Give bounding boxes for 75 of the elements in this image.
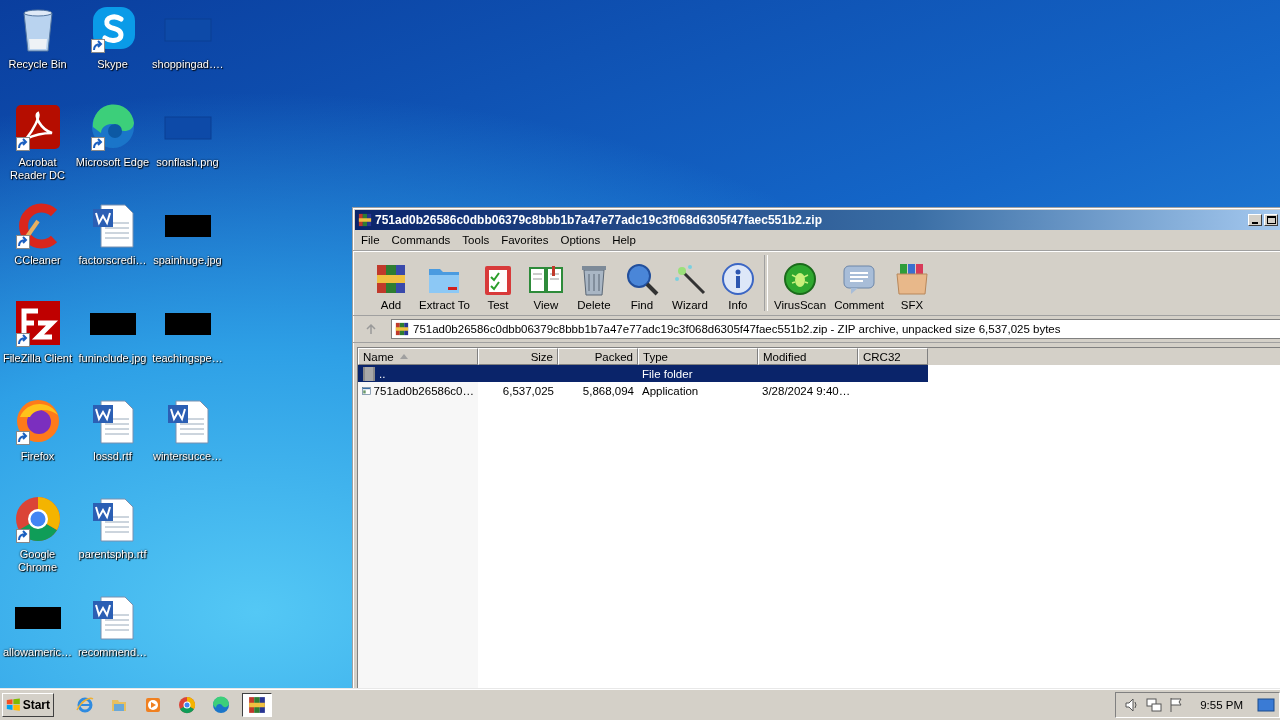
table-cell: 751ad0b26586c0… bbox=[373, 384, 474, 397]
maximize-icon bbox=[1267, 216, 1276, 225]
table-cell: 3/28/2024 9:40… bbox=[762, 384, 851, 397]
column-header[interactable]: Packed bbox=[558, 348, 638, 365]
edge-icon bbox=[212, 696, 230, 714]
icon-label[interactable]: factorscredi… bbox=[75, 254, 150, 267]
network-icon[interactable] bbox=[1146, 697, 1163, 713]
icon-label[interactable]: sonflash.png bbox=[150, 156, 225, 169]
clock[interactable]: 9:55 PM bbox=[1200, 699, 1243, 711]
icon-label[interactable]: shoppingad…. bbox=[150, 58, 225, 71]
media-player-icon bbox=[144, 696, 162, 714]
menu-item[interactable]: Help bbox=[607, 232, 641, 248]
icon-label[interactable]: spainhuge.jpg bbox=[150, 254, 225, 267]
icon-label[interactable]: Acrobat Reader DC bbox=[0, 156, 75, 182]
menu-item[interactable]: Tools bbox=[457, 232, 495, 248]
taskbar-button[interactable] bbox=[242, 693, 272, 717]
books-icon bbox=[248, 696, 266, 714]
toolbar-button[interactable]: Test bbox=[473, 261, 522, 311]
shortcut-arrow-icon bbox=[15, 137, 30, 151]
table-cell: Application bbox=[642, 384, 699, 397]
table-cell: File folder bbox=[642, 367, 693, 380]
flag-icon[interactable] bbox=[1168, 697, 1185, 713]
up-arrow-icon bbox=[365, 323, 377, 335]
toolbar-button[interactable]: Delete bbox=[569, 261, 618, 311]
column-header[interactable]: CRC32 bbox=[858, 348, 928, 365]
menu-item[interactable]: File bbox=[356, 232, 385, 248]
table-cell: 6,537,025 bbox=[502, 384, 554, 397]
show-desktop-icon[interactable] bbox=[1257, 697, 1275, 713]
toolbar-button[interactable]: Comment bbox=[830, 261, 888, 311]
icon-label[interactable]: Skype bbox=[75, 58, 150, 71]
shortcut-arrow-icon bbox=[90, 137, 105, 151]
selected-row[interactable]: .. File folder bbox=[358, 365, 928, 382]
toolbar-button[interactable]: Extract To bbox=[415, 261, 474, 311]
menu-item[interactable]: Favorites bbox=[496, 232, 554, 248]
toolbar-button[interactable]: Info bbox=[713, 261, 762, 311]
box-icon bbox=[894, 261, 930, 297]
maximize-button[interactable] bbox=[1264, 214, 1278, 226]
table-row[interactable]: 751ad0b26586c0… 6,537,025 5,868,094 Application 3/28/2024 9:40… bbox=[358, 382, 1280, 399]
books-icon bbox=[358, 213, 372, 227]
sort-arrow-icon bbox=[399, 354, 408, 359]
shortcut-arrow-icon bbox=[15, 431, 30, 445]
windows-logo-icon bbox=[6, 697, 21, 713]
table-cell: 5,868,094 bbox=[582, 384, 634, 397]
chrome-icon bbox=[13, 495, 62, 543]
minimize-button[interactable] bbox=[1248, 214, 1262, 226]
books-icon bbox=[395, 322, 409, 336]
column-header[interactable]: Modified bbox=[758, 348, 858, 365]
menu-item[interactable]: Commands bbox=[386, 232, 456, 248]
bug-icon bbox=[782, 261, 819, 297]
window-title: 751ad0b26586c0dbb06379c8bbb1b7a47e77adc19c3f068d6305f47faec551b2.zip bbox=[375, 213, 822, 227]
address-field[interactable]: 751ad0b26586c0dbb06379c8bbb1b7a47e77adc19c3f068d6305f47faec551b2.zip - ZIP archive, unpacked size 6,537,025 bytes bbox=[391, 319, 1280, 339]
table-cell: .. bbox=[379, 367, 386, 380]
shortcut-arrow-icon bbox=[15, 333, 30, 347]
internet-explorer-icon bbox=[76, 696, 94, 714]
column-header[interactable]: Size bbox=[478, 348, 558, 365]
toolbar-button[interactable]: View bbox=[521, 261, 570, 311]
toolbar-button[interactable]: Wizard bbox=[665, 261, 714, 311]
shortcut-arrow-icon bbox=[15, 529, 30, 543]
menu-item[interactable]: Options bbox=[555, 232, 606, 248]
shortcut-arrow-icon bbox=[15, 235, 30, 249]
shortcut-arrow-icon bbox=[90, 39, 105, 53]
toolbar-button[interactable]: VirusScan bbox=[769, 261, 831, 311]
icon-label[interactable]: Recycle Bin bbox=[0, 58, 75, 71]
column-header[interactable]: Type bbox=[638, 348, 758, 365]
icon-label[interactable]: Microsoft Edge bbox=[75, 156, 150, 169]
application-icon bbox=[362, 384, 371, 397]
folder-icon bbox=[362, 365, 376, 382]
info-icon bbox=[719, 261, 756, 297]
chrome-icon bbox=[178, 696, 196, 714]
column-header[interactable]: Name bbox=[358, 348, 478, 365]
icon-label[interactable]: CCleaner bbox=[0, 254, 75, 267]
toolbar-button[interactable]: Find bbox=[617, 261, 666, 311]
toolbar-button[interactable]: SFX bbox=[888, 261, 936, 311]
toolbar-button[interactable]: Add bbox=[367, 261, 415, 311]
start-button[interactable]: Start bbox=[2, 693, 54, 717]
